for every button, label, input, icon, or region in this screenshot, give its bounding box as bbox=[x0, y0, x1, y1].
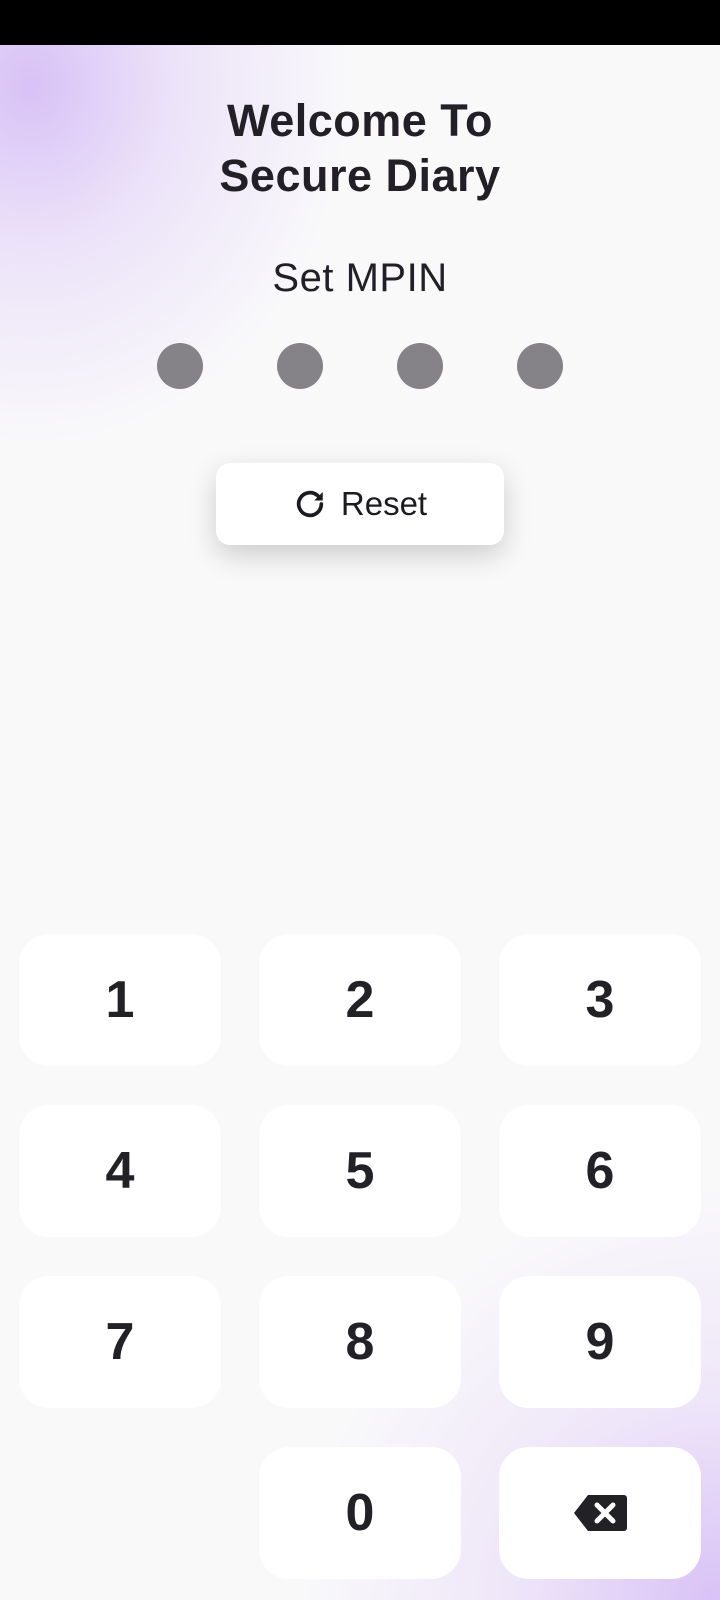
reset-button-label: Reset bbox=[340, 485, 428, 522]
keypad-key-1[interactable]: 1 bbox=[19, 934, 221, 1066]
keypad-key-7[interactable]: 7 bbox=[19, 1276, 221, 1408]
page-title-line-2: Secure Diary bbox=[219, 150, 501, 201]
refresh-icon bbox=[296, 490, 324, 518]
reset-button[interactable]: Reset bbox=[216, 463, 504, 545]
keypad-key-4[interactable]: 4 bbox=[19, 1105, 221, 1237]
keypad-key-9[interactable]: 9 bbox=[499, 1276, 701, 1408]
keypad-key-8[interactable]: 8 bbox=[259, 1276, 461, 1408]
pin-dot-2 bbox=[277, 343, 323, 389]
keypad-key-0[interactable]: 0 bbox=[259, 1447, 461, 1579]
pin-dot-4 bbox=[517, 343, 563, 389]
backspace-icon bbox=[574, 1495, 627, 1531]
keypad-key-5[interactable]: 5 bbox=[259, 1105, 461, 1237]
pin-dot-3 bbox=[397, 343, 443, 389]
backspace-button[interactable] bbox=[499, 1447, 701, 1579]
page-title-line-1: Welcome To bbox=[227, 95, 493, 146]
set-mpin-label: Set MPIN bbox=[272, 256, 448, 300]
pin-indicator bbox=[0, 343, 720, 389]
keypad-key-3[interactable]: 3 bbox=[499, 934, 701, 1066]
keypad-key-2[interactable]: 2 bbox=[259, 934, 461, 1066]
pin-dot-1 bbox=[157, 343, 203, 389]
mpin-screen: Welcome To Secure Diary Set MPIN Reset 1… bbox=[0, 45, 720, 1600]
keypad-key-6[interactable]: 6 bbox=[499, 1105, 701, 1237]
status-bar bbox=[0, 0, 720, 45]
